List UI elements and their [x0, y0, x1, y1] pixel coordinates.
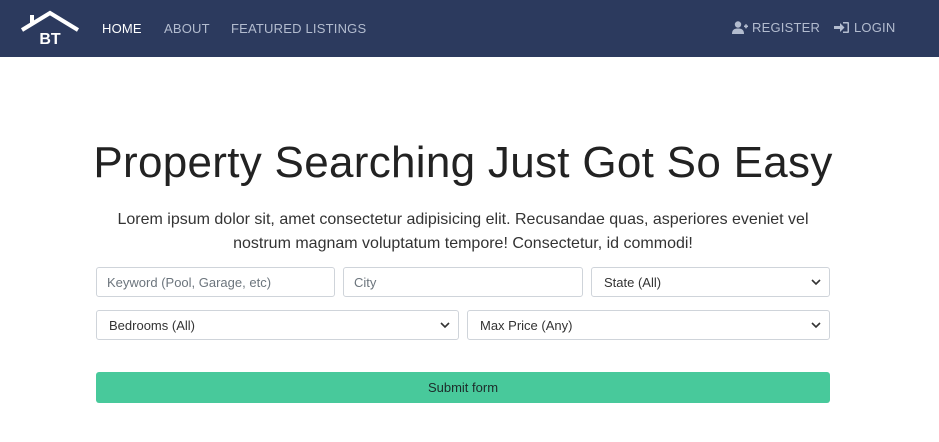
state-select-value: State (All)	[604, 274, 662, 290]
keyword-input[interactable]	[96, 267, 335, 297]
user-plus-icon	[732, 21, 748, 34]
chevron-down-icon	[811, 321, 821, 328]
max-price-select-value: Max Price (Any)	[480, 317, 573, 333]
bedrooms-select-value: Bedrooms (All)	[109, 317, 195, 333]
hero-subtitle: Lorem ipsum dolor sit, amet consectetur …	[117, 211, 809, 252]
sign-in-icon	[834, 22, 849, 33]
max-price-select[interactable]: Max Price (Any)	[467, 310, 830, 340]
nav-register[interactable]: REGISTER	[732, 20, 820, 35]
state-select[interactable]: State (All)	[591, 267, 830, 297]
submit-button[interactable]: Submit form	[96, 372, 830, 403]
nav-login[interactable]: LOGIN	[834, 20, 895, 35]
nav-featured-listings[interactable]: FEATURED LISTINGS	[231, 21, 366, 36]
top-navbar: BT HOME ABOUT FEATURED LISTINGS REGISTER…	[0, 0, 939, 57]
house-logo-icon: BT	[20, 10, 80, 48]
chevron-down-icon	[811, 278, 821, 285]
nav-home[interactable]: HOME	[102, 21, 142, 36]
register-label: REGISTER	[752, 20, 821, 35]
hero-title: Property Searching Just Got So Easy	[93, 138, 833, 187]
nav-about[interactable]: ABOUT	[164, 21, 210, 36]
bedrooms-select[interactable]: Bedrooms (All)	[96, 310, 459, 340]
chevron-down-icon	[440, 321, 450, 328]
logo-text: BT	[39, 31, 61, 48]
brand-logo[interactable]: BT	[20, 10, 80, 48]
city-input[interactable]	[343, 267, 583, 297]
login-label: LOGIN	[854, 20, 896, 35]
